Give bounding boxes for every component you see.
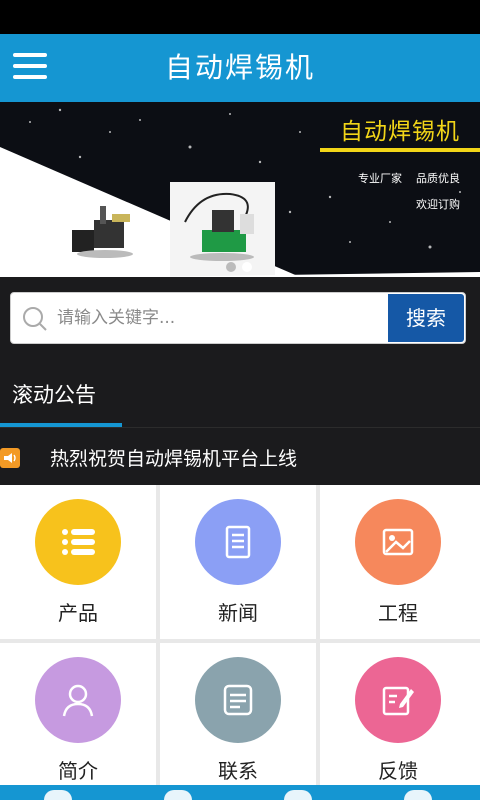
tab-products[interactable] <box>164 790 192 800</box>
grid-item-label: 工程 <box>378 601 418 625</box>
grid-item-label: 联系 <box>218 759 258 783</box>
circle <box>355 499 441 585</box>
grid-item-products[interactable]: 产品 <box>0 485 156 639</box>
carousel-dot[interactable] <box>242 262 252 272</box>
hero-banner[interactable]: 自动焊锡机 专业厂家 品质优良 欢迎订购 <box>0 102 480 277</box>
grid-item-label: 简介 <box>58 759 98 783</box>
image-icon <box>382 528 414 556</box>
carousel-dot[interactable] <box>226 262 236 272</box>
grid-item-contact[interactable]: 联系 <box>160 643 316 797</box>
circle <box>195 657 281 743</box>
grid-item-about[interactable]: 简介 <box>0 643 156 797</box>
search-bar: 搜索 <box>0 277 480 359</box>
circle <box>355 657 441 743</box>
grid-item-label: 新闻 <box>218 601 258 625</box>
tab-news[interactable] <box>284 790 312 800</box>
status-bar <box>0 0 480 34</box>
page-title: 自动焊锡机 <box>164 51 315 84</box>
banner-underline <box>320 148 480 152</box>
contact-card-icon <box>223 684 253 716</box>
banner-tag: 品质优良 <box>416 172 460 185</box>
search-button[interactable]: 搜索 <box>388 294 464 342</box>
notice-row[interactable]: 热烈祝贺自动焊锡机平台上线 <box>0 427 480 485</box>
edit-icon <box>382 686 414 716</box>
notice-title[interactable]: 滚动公告 <box>12 379 96 409</box>
banner-tag: 欢迎订购 <box>416 198 460 211</box>
circle <box>35 657 121 743</box>
search-box: 搜索 <box>10 292 466 344</box>
grid-item-news[interactable]: 新闻 <box>160 485 316 639</box>
list-icon <box>62 529 95 555</box>
grid-item-projects[interactable]: 工程 <box>320 485 480 639</box>
circle <box>195 499 281 585</box>
grid-item-feedback[interactable]: 反馈 <box>320 643 480 797</box>
tab-contact[interactable] <box>404 790 432 800</box>
banner-title: 自动焊锡机 <box>340 119 460 145</box>
tab-home[interactable] <box>44 790 72 800</box>
search-input[interactable] <box>57 303 377 333</box>
banner-tag: 专业厂家 <box>358 172 402 185</box>
document-icon <box>225 525 251 559</box>
circle <box>35 499 121 585</box>
notice-message: 热烈祝贺自动焊锡机平台上线 <box>50 448 298 470</box>
user-icon <box>62 684 94 717</box>
grid-item-label: 反馈 <box>378 759 418 783</box>
grid-item-label: 产品 <box>58 601 98 625</box>
search-icon <box>23 307 47 331</box>
app-bar: 自动焊锡机 <box>0 34 480 102</box>
speaker-icon <box>0 448 20 468</box>
notice-header: 滚动公告 <box>0 359 480 427</box>
feature-grid: 产品 新闻 工程 简介 联系 反馈 <box>0 485 480 797</box>
bottom-tab-bar <box>0 785 480 800</box>
